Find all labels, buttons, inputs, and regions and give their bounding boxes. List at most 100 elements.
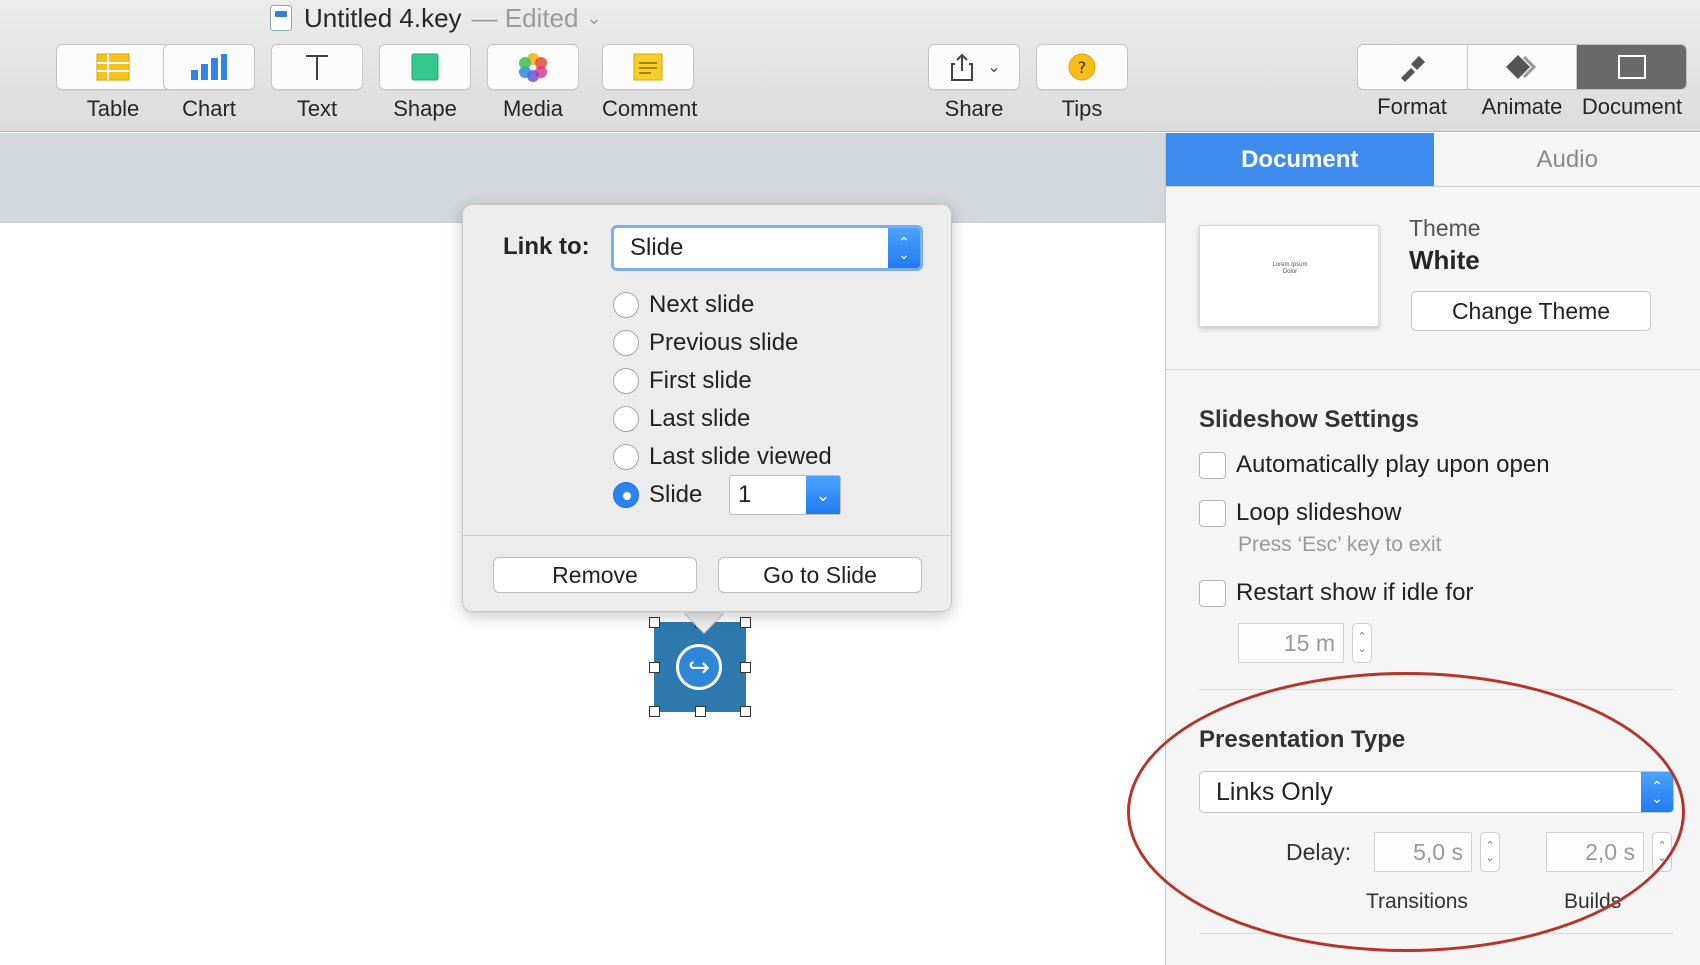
transitions-delay-stepper[interactable]: ⌃ ⌄ <box>1480 832 1500 872</box>
theme-thumbnail[interactable]: Lorem Ipsum Dolor <box>1199 225 1379 327</box>
question-icon: ? <box>1068 53 1096 81</box>
share-tool[interactable]: ⌄ Share <box>928 44 1020 122</box>
radio-button[interactable] <box>613 292 639 318</box>
radio-last-slide[interactable]: Last slide <box>613 403 750 435</box>
divider <box>1199 689 1674 690</box>
document-label: Document <box>1581 94 1683 119</box>
text-button[interactable] <box>271 44 363 90</box>
radio-label: Previous slide <box>649 329 799 356</box>
radio-next-slide[interactable]: Next slide <box>613 289 754 321</box>
document-inspector: Document Audio Lorem Ipsum Dolor Theme W… <box>1165 133 1700 965</box>
slide-number-value: 1 <box>738 481 752 508</box>
presentation-type-select[interactable]: Links Only ⌃ ⌄ <box>1199 771 1674 813</box>
change-theme-button[interactable]: Change Theme <box>1411 291 1651 331</box>
table-icon <box>96 53 130 81</box>
slide-number-select[interactable]: 1 ⌄ <box>729 475 841 515</box>
document-button[interactable] <box>1577 45 1686 89</box>
radio-last-slide-viewed[interactable]: Last slide viewed <box>613 441 832 473</box>
slideshow-settings-title: Slideshow Settings <box>1199 406 1420 433</box>
idle-time-stepper[interactable]: ⌃ ⌄ <box>1352 623 1372 663</box>
linked-shape[interactable]: ↪ <box>654 622 746 712</box>
chevron-down-icon: ⌄ <box>806 476 840 514</box>
shape-button[interactable] <box>379 44 471 90</box>
inspector-switcher[interactable] <box>1357 44 1687 90</box>
animate-button[interactable] <box>1467 45 1578 89</box>
diamond-animate-icon <box>1506 55 1537 79</box>
autoplay-option[interactable]: Automatically play upon open <box>1199 451 1550 479</box>
theme-name: White <box>1409 245 1480 275</box>
chevron-down-icon[interactable]: ⌄ <box>586 8 601 29</box>
table-button[interactable] <box>56 44 170 90</box>
media-button[interactable] <box>487 44 579 90</box>
document-icon <box>1617 55 1646 79</box>
text-tool[interactable]: Text <box>271 44 363 122</box>
radio-button[interactable] <box>613 406 639 432</box>
comment-button[interactable] <box>602 44 694 90</box>
builds-delay-field[interactable]: 2,0 s <box>1546 832 1644 872</box>
radio-label: Slide <box>649 481 703 508</box>
autoplay-label: Automatically play upon open <box>1236 451 1550 478</box>
selection-handle[interactable] <box>649 706 660 717</box>
divider <box>1199 933 1674 934</box>
radio-button[interactable] <box>613 330 639 356</box>
link-to-select[interactable]: Slide ⌃ ⌄ <box>611 225 923 271</box>
table-label: Table <box>86 96 140 121</box>
radio-button[interactable] <box>613 444 639 470</box>
radio-slide[interactable]: Slide <box>613 479 702 511</box>
media-tool[interactable]: Media <box>487 44 579 122</box>
table-tool[interactable]: Table <box>56 44 170 122</box>
shape-icon <box>411 53 439 81</box>
restart-option[interactable]: Restart show if idle for <box>1199 579 1473 607</box>
selection-handle[interactable] <box>740 617 751 628</box>
radio-button[interactable] <box>613 368 639 394</box>
selection-handle[interactable] <box>695 706 706 717</box>
radio-label: Next slide <box>649 291 755 318</box>
loop-checkbox[interactable] <box>1199 499 1226 527</box>
media-label: Media <box>503 96 563 121</box>
inspector-tabs: Document Audio <box>1166 133 1700 187</box>
radio-button-selected[interactable] <box>613 482 639 508</box>
chevron-down-icon: ⌄ <box>987 59 1001 76</box>
format-button[interactable] <box>1358 45 1468 89</box>
loop-option[interactable]: Loop slideshow <box>1199 499 1401 527</box>
theme-label: Theme <box>1409 215 1481 241</box>
popover-divider <box>463 535 951 536</box>
keynote-document-icon <box>270 5 292 31</box>
selection-handle[interactable] <box>649 662 660 673</box>
document-name[interactable]: Untitled 4.key <box>304 3 462 34</box>
tab-audio[interactable]: Audio <box>1433 133 1700 186</box>
transitions-delay-field[interactable]: 5,0 s <box>1374 832 1472 872</box>
shape-tool[interactable]: Shape <box>379 44 471 122</box>
remove-button[interactable]: Remove <box>493 557 697 593</box>
selection-handle[interactable] <box>740 706 751 717</box>
chart-button[interactable] <box>163 44 255 90</box>
builds-delay-stepper[interactable]: ⌃ ⌄ <box>1652 832 1672 872</box>
radio-first-slide[interactable]: First slide <box>613 365 752 397</box>
restart-label: Restart show if idle for <box>1236 579 1474 606</box>
chart-icon <box>191 54 227 80</box>
window-title: Untitled 4.key — Edited ⌄ <box>270 2 602 34</box>
photos-icon <box>519 53 547 82</box>
svg-text:?: ? <box>1078 58 1087 77</box>
comment-tool[interactable]: Comment <box>602 44 697 122</box>
share-button[interactable]: ⌄ <box>928 44 1020 90</box>
presentation-type-value: Links Only <box>1216 777 1333 806</box>
tips-button[interactable]: ? <box>1036 44 1128 90</box>
tips-tool[interactable]: ? Tips <box>1036 44 1128 122</box>
restart-checkbox[interactable] <box>1199 579 1226 607</box>
loop-note: Press ‘Esc’ key to exit <box>1238 533 1442 556</box>
text-label: Text <box>296 96 338 121</box>
radio-previous-slide[interactable]: Previous slide <box>613 327 798 359</box>
idle-time-field[interactable]: 15 m <box>1238 623 1344 663</box>
tips-label: Tips <box>1061 96 1103 121</box>
link-to-value: Slide <box>630 234 684 261</box>
link-arrow-icon: ↪ <box>676 644 722 690</box>
go-to-slide-button[interactable]: Go to Slide <box>718 557 922 593</box>
share-label: Share <box>944 96 1004 121</box>
selection-handle[interactable] <box>740 662 751 673</box>
selection-handle[interactable] <box>649 617 660 628</box>
chart-tool[interactable]: Chart <box>163 44 255 122</box>
tab-document[interactable]: Document <box>1166 133 1434 186</box>
select-stepper-icon: ⌃ ⌄ <box>888 228 920 268</box>
autoplay-checkbox[interactable] <box>1199 451 1226 479</box>
